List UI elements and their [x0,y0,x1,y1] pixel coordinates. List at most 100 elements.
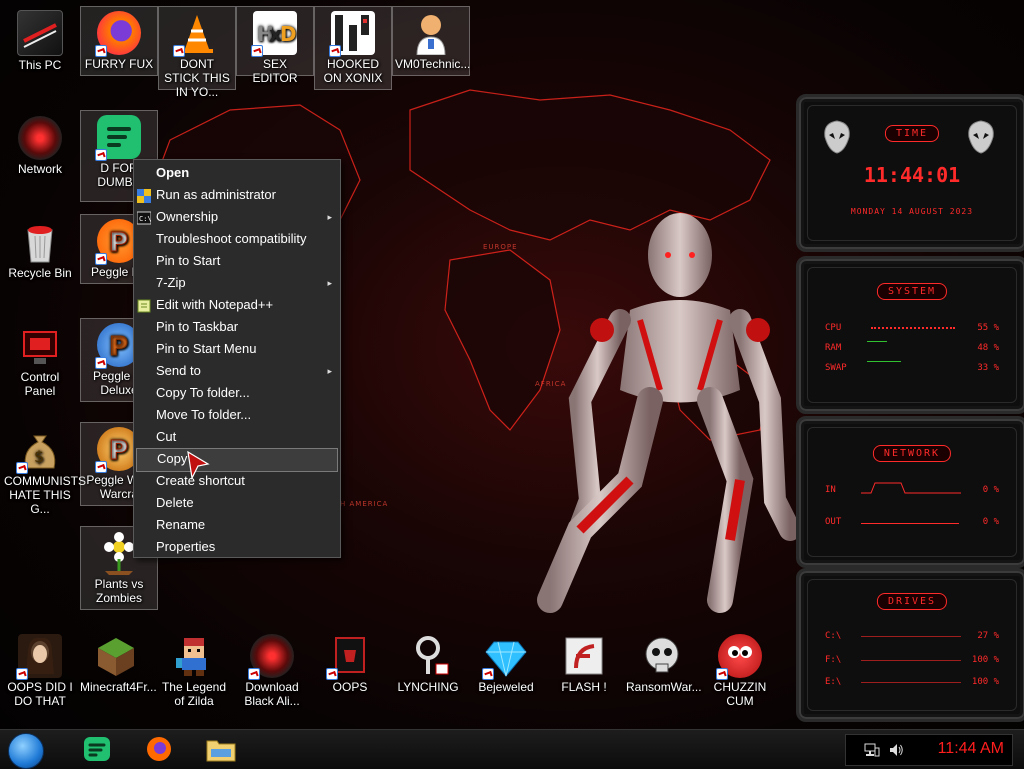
net-in-graph [861,482,961,494]
ram-meter [867,341,887,342]
icon-label: Plants vs Zombies [94,577,144,605]
svg-text:P: P [109,332,128,362]
diamond-gem-icon [482,634,528,680]
icon-label: Minecraft4Fr... [80,680,157,694]
desktop-icon-vm0technic[interactable]: VM0Technic... [392,6,470,76]
swap-value: 33 % [977,363,999,373]
desktop-icon-chuzzin-cum[interactable]: CHUZZIN CUM [702,630,778,711]
menu-item-copy-to-folder[interactable]: Copy To folder... [136,382,338,404]
desktop-icon-network[interactable]: Network [2,112,78,179]
net-in-value: 0 % [982,485,999,495]
desktop-icon-ransomware[interactable]: RansomWar... [624,630,702,697]
drive-e-label: E:\ [825,677,842,687]
menu-item-edit-notepad[interactable]: Edit with Notepad++ [136,294,338,316]
alien-head-icon [824,120,850,154]
icon-label: OOPS DID I DO THAT [7,680,73,708]
taskbar: 11:44 AM [0,729,1024,769]
menu-item-ownership[interactable]: C:\ Ownership ▸ [136,206,338,228]
desktop-icon-furry-fux[interactable]: FURRY FUX [80,6,158,76]
menu-item-send-to[interactable]: Send to ▸ [136,360,338,382]
svg-text:P: P [109,436,128,466]
desktop-icon-download-black[interactable]: Download Black Ali... [234,630,310,711]
start-button[interactable] [8,733,44,769]
menu-item-move-to-folder[interactable]: Move To folder... [136,404,338,426]
menu-item-rename[interactable]: Rename [136,514,338,536]
menu-item-7zip[interactable]: 7-Zip ▸ [136,272,338,294]
icon-label: Bejeweled [478,680,534,694]
desktop-icon-this-pc[interactable]: This PC [2,6,78,75]
svg-text:D: D [280,22,297,46]
menu-item-pin-to-start-menu[interactable]: Pin to Start Menu [136,338,338,360]
firefox-icon [147,737,171,761]
menu-item-pin-to-taskbar[interactable]: Pin to Taskbar [136,316,338,338]
net-out-label: OUT [825,517,842,527]
drive-c-value: 27 % [977,631,999,641]
desktop-icon-recycle-bin[interactable]: Recycle Bin [2,216,78,283]
svg-text:P: P [109,228,128,258]
taskbar-clock[interactable]: 11:44 AM [938,740,1004,758]
desktop-icon-bejeweled[interactable]: Bejeweled [468,630,544,697]
menu-item-label: Edit with Notepad++ [156,297,274,312]
drive-e-value: 100 % [971,677,999,687]
drive-f-meter [861,660,961,661]
menu-item-pin-to-start[interactable]: Pin to Start [136,250,338,272]
taskbar-firefox[interactable] [144,735,174,763]
taskbar-notes-app[interactable] [82,735,112,763]
icon-label: CHUZZIN CUM [713,680,767,708]
desktop-icon-oops-did-i[interactable]: OOPS DID I DO THAT [2,630,78,711]
desktop-icon-sex-editor[interactable]: HxD SEX EDITOR [236,6,314,85]
icon-label: FURRY FUX [84,57,154,71]
icon-label: COMMUNISTS HATE THIS G... [4,474,86,516]
menu-item-label: Ownership [156,209,219,224]
map-label-america: H AMERICA [340,500,389,508]
icon-label: FLASH ! [561,680,607,694]
menu-item-open[interactable]: Open [136,162,338,184]
drive-f-value: 100 % [971,655,999,665]
volume-icon[interactable] [888,742,904,758]
menu-item-cut[interactable]: Cut [136,426,338,448]
hxd-icon: HxD [251,11,297,57]
network-tray-icon[interactable] [864,742,880,758]
cpu-value: 55 % [977,323,999,333]
menu-item-run-as-admin[interactable]: Run as administrator [136,184,338,206]
menu-item-label: 7-Zip [156,275,186,290]
menu-item-label: Pin to Start Menu [156,341,257,356]
desktop-icon-flash[interactable]: FLASH ! [546,630,622,697]
firefox-icon [95,11,141,57]
desktop-icon-communists[interactable]: $ COMMUNISTS HATE THIS G... [2,424,86,519]
network-gadget: NETWORK IN 0 % OUT 0 % [796,416,1024,568]
icon-label: Recycle Bin [8,266,72,280]
vlc-cone-icon [173,11,219,57]
icon-label: HOOKED ON XONIX [323,57,383,85]
system-tray: 11:44 AM [845,734,1013,766]
portrait-painting-icon [16,634,62,680]
recycle-bin-icon [18,220,62,264]
map-label-europe: EUROPE [483,243,518,251]
menu-item-copy[interactable]: Copy [136,448,338,472]
xonix-icon [329,11,375,57]
money-bag-icon: $ [16,428,62,474]
desktop-icon-legend-zilda[interactable]: The Legend of Zilda [156,630,232,711]
desktop-icon-dont-stick[interactable]: DONT STICK THIS IN YO... [158,6,236,99]
drive-c-meter [861,636,961,637]
menu-item-create-shortcut[interactable]: Create shortcut [136,470,338,492]
submenu-arrow-icon: ▸ [327,212,332,222]
menu-item-delete[interactable]: Delete [136,492,338,514]
time-gadget-title: TIME [884,125,940,142]
desktop-icon-oops[interactable]: OOPS [312,630,388,697]
menu-item-troubleshoot[interactable]: Troubleshoot compatibility [136,228,338,250]
taskbar-file-explorer[interactable] [205,735,236,763]
alien-head-icon [968,120,994,154]
swap-label: SWAP [825,363,847,373]
ram-label: RAM [825,343,842,353]
desktop-icon-control-panel[interactable]: Control Panel [2,320,78,401]
icon-label: Download Black Ali... [244,680,300,708]
net-in-label: IN [825,485,836,495]
computer-icon [17,10,63,56]
alien-orb-icon [248,634,294,680]
ram-value: 48 % [977,343,999,353]
desktop-icon-hooked-on-xonix[interactable]: HOOKED ON XONIX [314,6,392,90]
desktop-icon-lynching[interactable]: LYNCHING [390,630,466,697]
menu-item-properties[interactable]: Properties [136,536,338,558]
desktop-icon-minecraft[interactable]: Minecraft4Fr... [78,630,157,697]
